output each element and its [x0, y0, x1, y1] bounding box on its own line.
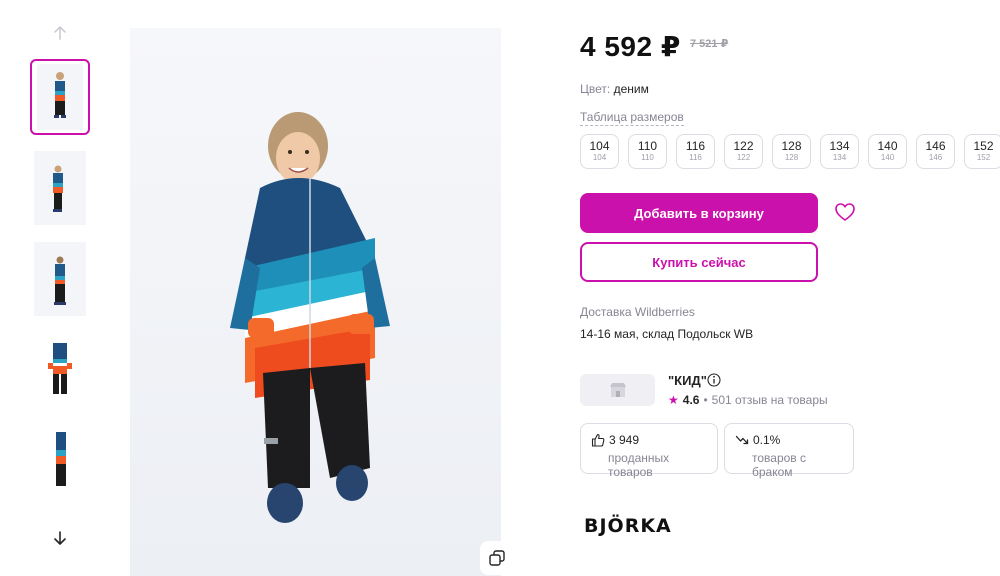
size-sub: 128 — [784, 153, 799, 162]
size-number: 110 — [637, 139, 658, 153]
color-row: Цвет: деним — [580, 82, 649, 96]
size-number: 128 — [781, 139, 802, 153]
size-option[interactable]: 146 146 — [916, 134, 955, 169]
size-number: 134 — [829, 139, 850, 153]
seller-reviews[interactable]: 501 отзыв на товары — [712, 393, 828, 407]
thumbnail-5[interactable] — [30, 423, 90, 499]
kid-photo-thumb — [37, 64, 83, 130]
size-number: 122 — [733, 139, 754, 153]
arrow-down-icon[interactable] — [51, 529, 69, 547]
size-sub: 122 — [736, 153, 751, 162]
delivery-date: 14-16 мая, склад Подольск WB — [580, 327, 754, 341]
thumbnail-4[interactable] — [30, 332, 90, 408]
size-sub: 152 — [976, 153, 991, 162]
seller-rating: 4.6 — [682, 393, 700, 407]
copy-image-button[interactable] — [480, 541, 514, 575]
thumbnail-1[interactable] — [30, 59, 90, 135]
suit-photo-thumb — [34, 333, 86, 407]
brand-logo[interactable]: BJÖRKA — [584, 515, 672, 537]
size-sub: 146 — [928, 153, 943, 162]
size-option[interactable]: 104 104 — [580, 134, 619, 169]
size-selector: 104 104 110 110 116 116 122 122 128 128 134 13… — [580, 134, 1000, 169]
size-option[interactable]: 152 152 — [964, 134, 1000, 169]
delivery-label: Доставка Wildberries — [580, 305, 695, 319]
size-number: 152 — [973, 139, 994, 153]
thumbnail-2[interactable] — [30, 150, 90, 226]
seller-logo[interactable] — [580, 374, 655, 406]
suit-photo-thumb — [34, 424, 86, 498]
main-product-photo[interactable] — [130, 28, 501, 576]
defect-stat-card: 0.1% товаров с браком — [724, 423, 854, 479]
kid-photo-thumb — [34, 242, 86, 316]
info-icon[interactable] — [707, 373, 721, 387]
size-option[interactable]: 116 116 — [676, 134, 715, 169]
size-sub: 104 — [592, 153, 607, 162]
buy-now-button[interactable]: Купить сейчас — [580, 242, 818, 282]
size-number: 140 — [877, 139, 898, 153]
size-number: 116 — [685, 139, 706, 153]
color-value: деним — [613, 82, 649, 96]
size-sub: 134 — [832, 153, 847, 162]
size-table-link[interactable]: Таблица размеров — [580, 110, 684, 126]
sold-stat-card: 3 949 проданных товаров — [580, 423, 718, 479]
size-sub: 116 — [689, 153, 702, 162]
old-price: 7 521 ₽ — [690, 38, 729, 50]
defect-label: товаров с браком — [752, 451, 807, 479]
shop-icon — [609, 383, 626, 397]
seller-rating-row: ★ 4.6 • 501 отзыв на товары — [668, 393, 828, 407]
arrow-up-icon[interactable] — [51, 24, 69, 42]
sold-label: проданных товаров — [608, 451, 670, 479]
defect-rate: 0.1% — [753, 433, 781, 447]
thumbs-up-icon — [591, 433, 605, 447]
trend-down-icon — [735, 435, 749, 445]
size-number: 146 — [925, 139, 946, 153]
size-option[interactable]: 134 134 — [820, 134, 859, 169]
size-option[interactable]: 140 140 — [868, 134, 907, 169]
thumbnail-3[interactable] — [30, 241, 90, 317]
size-option[interactable]: 122 122 — [724, 134, 763, 169]
copy-icon — [489, 550, 505, 566]
color-label: Цвет: — [580, 82, 611, 96]
sold-count: 3 949 — [609, 433, 640, 447]
current-price: 4 592 ₽ — [580, 31, 681, 62]
heart-icon[interactable] — [834, 202, 856, 222]
size-option[interactable]: 110 110 — [628, 134, 667, 169]
size-option[interactable]: 128 128 — [772, 134, 811, 169]
star-icon: ★ — [668, 393, 679, 407]
size-sub: 140 — [880, 153, 895, 162]
kid-photo-thumb — [34, 151, 86, 225]
size-number: 104 — [589, 139, 610, 153]
size-sub: 110 — [641, 153, 654, 162]
separator-dot: • — [703, 393, 708, 407]
kid-in-snowsuit-image — [130, 28, 501, 576]
add-to-cart-button[interactable]: Добавить в корзину — [580, 193, 818, 233]
seller-name[interactable]: "КИД" — [668, 373, 707, 388]
